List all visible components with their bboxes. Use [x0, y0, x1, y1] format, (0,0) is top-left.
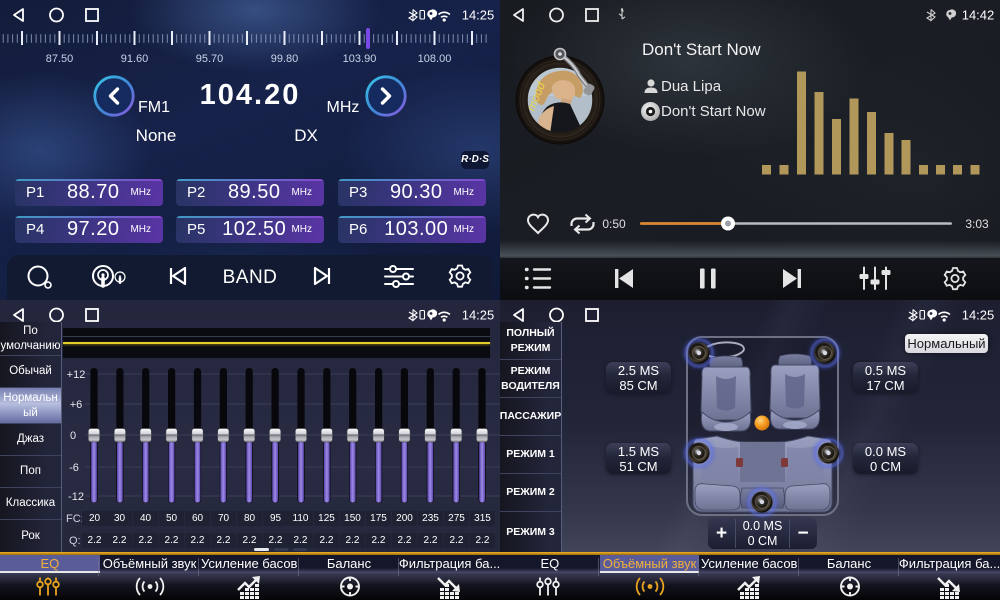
- svg-text:+12: +12: [67, 369, 86, 381]
- svg-text:108.00: 108.00: [418, 53, 452, 65]
- svg-text:14:25: 14:25: [462, 8, 495, 23]
- svg-text:-12: -12: [68, 491, 84, 503]
- svg-text:-6: -6: [69, 462, 79, 474]
- svg-text:0:50: 0:50: [602, 217, 626, 231]
- svg-text:87.50: 87.50: [46, 53, 74, 65]
- svg-text:99.80: 99.80: [271, 53, 299, 65]
- svg-text:91.60: 91.60: [121, 53, 149, 65]
- svg-text:3:03: 3:03: [965, 217, 989, 231]
- svg-text:103.90: 103.90: [343, 53, 377, 65]
- svg-text:+6: +6: [70, 399, 83, 411]
- svg-text:95.70: 95.70: [196, 53, 224, 65]
- svg-text:BAND: BAND: [223, 267, 278, 288]
- svg-text:14:42: 14:42: [962, 8, 995, 23]
- svg-text:14:25: 14:25: [462, 308, 495, 323]
- svg-text:14:25: 14:25: [962, 308, 995, 323]
- svg-text:0: 0: [70, 430, 76, 442]
